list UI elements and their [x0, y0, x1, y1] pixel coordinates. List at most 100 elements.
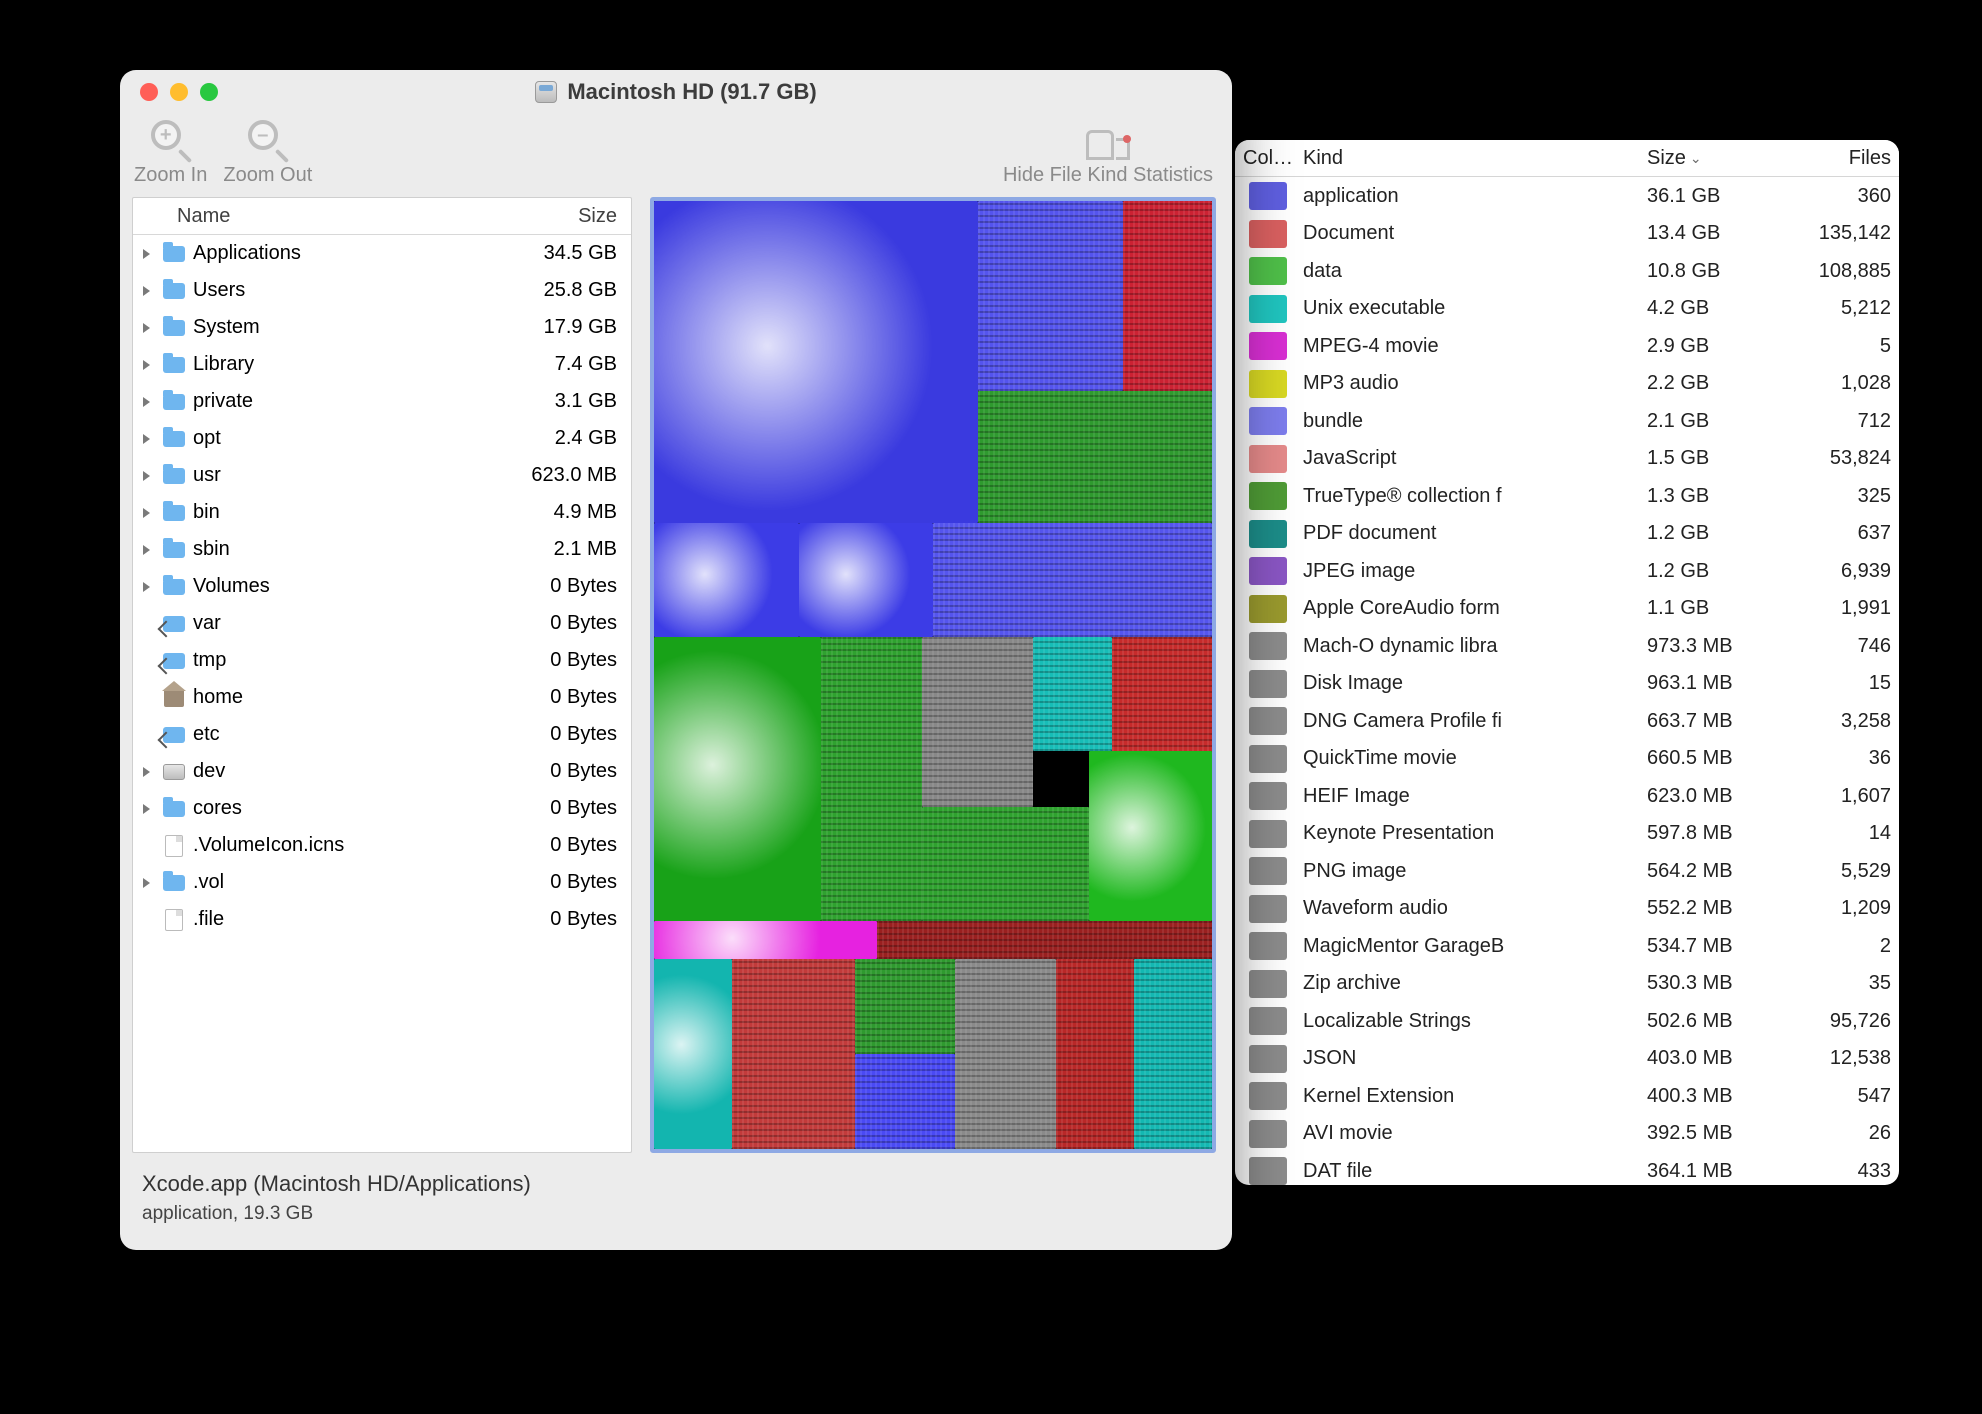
stats-row[interactable]: JSON403.0 MB12,538: [1235, 1040, 1899, 1078]
tree-row[interactable]: Volumes0 Bytes: [133, 568, 631, 605]
zoom-window-button[interactable]: [200, 83, 218, 101]
stats-row[interactable]: JavaScript1.5 GB53,824: [1235, 440, 1899, 478]
disclosure-triangle[interactable]: [133, 242, 159, 265]
treemap-block[interactable]: [654, 523, 799, 637]
stats-row[interactable]: Unix executable4.2 GB5,212: [1235, 290, 1899, 328]
titlebar[interactable]: Macintosh HD (91.7 GB): [120, 70, 1232, 114]
stats-row[interactable]: MPEG-4 movie2.9 GB5: [1235, 327, 1899, 365]
stats-row[interactable]: bundle2.1 GB712: [1235, 402, 1899, 440]
stats-row[interactable]: QuickTime movie660.5 MB36: [1235, 740, 1899, 778]
tree-col-size-header[interactable]: Size: [491, 205, 631, 228]
file-kind-statistics-window[interactable]: Col… Kind Size ⌄ Files application36.1 G…: [1235, 140, 1899, 1185]
tree-row[interactable]: .VolumeIcon.icns0 Bytes: [133, 827, 631, 864]
stats-row[interactable]: HEIF Image623.0 MB1,607: [1235, 777, 1899, 815]
stats-row[interactable]: MP3 audio2.2 GB1,028: [1235, 365, 1899, 403]
tree-row[interactable]: sbin2.1 MB: [133, 531, 631, 568]
folder-tree-pane[interactable]: Name Size Applications34.5 GBUsers25.8 G…: [132, 197, 632, 1153]
disclosure-triangle[interactable]: [133, 390, 159, 413]
disclosure-triangle[interactable]: [133, 501, 159, 524]
stats-row[interactable]: DAT file364.1 MB433: [1235, 1152, 1899, 1185]
disclosure-triangle[interactable]: [133, 464, 159, 487]
toggle-statistics-button[interactable]: Hide File Kind Statistics: [998, 120, 1218, 187]
stats-row[interactable]: Disk Image963.1 MB15: [1235, 665, 1899, 703]
treemap-block[interactable]: [732, 959, 855, 1149]
stats-row[interactable]: DNG Camera Profile fi663.7 MB3,258: [1235, 702, 1899, 740]
tree-row[interactable]: System17.9 GB: [133, 309, 631, 346]
treemap-block[interactable]: [1056, 959, 1134, 1149]
stats-col-size-header[interactable]: Size ⌄: [1639, 147, 1769, 170]
disclosure-triangle[interactable]: [133, 279, 159, 302]
tree-row[interactable]: bin4.9 MB: [133, 494, 631, 531]
stats-row[interactable]: Waveform audio552.2 MB1,209: [1235, 890, 1899, 928]
stats-row[interactable]: Kernel Extension400.3 MB547: [1235, 1077, 1899, 1115]
tree-row[interactable]: tmp0 Bytes: [133, 642, 631, 679]
disclosure-triangle[interactable]: [133, 575, 159, 598]
stats-row[interactable]: Mach-O dynamic libra973.3 MB746: [1235, 627, 1899, 665]
tree-row[interactable]: .file0 Bytes: [133, 901, 631, 938]
treemap-block[interactable]: [922, 807, 1089, 921]
treemap-block[interactable]: [1033, 637, 1111, 751]
stats-col-color-header[interactable]: Col…: [1235, 147, 1295, 170]
treemap-block[interactable]: [978, 201, 1123, 391]
stats-row[interactable]: Apple CoreAudio form1.1 GB1,991: [1235, 590, 1899, 628]
tree-row[interactable]: Applications34.5 GB: [133, 235, 631, 272]
disclosure-triangle[interactable]: [133, 797, 159, 820]
stats-row[interactable]: JPEG image1.2 GB6,939: [1235, 552, 1899, 590]
tree-col-name-header[interactable]: Name: [133, 205, 491, 228]
stats-col-kind-header[interactable]: Kind: [1295, 147, 1639, 170]
disclosure-triangle[interactable]: [133, 316, 159, 339]
stats-row[interactable]: Zip archive530.3 MB35: [1235, 965, 1899, 1003]
treemap-block[interactable]: [1134, 959, 1212, 1149]
tree-row[interactable]: dev0 Bytes: [133, 753, 631, 790]
treemap-block[interactable]: [922, 637, 1034, 808]
disclosure-triangle[interactable]: [133, 353, 159, 376]
treemap-block[interactable]: [933, 523, 1212, 637]
treemap-block[interactable]: [654, 959, 732, 1149]
treemap-block[interactable]: [654, 201, 978, 523]
disclosure-triangle[interactable]: [133, 427, 159, 450]
tree-row[interactable]: etc0 Bytes: [133, 716, 631, 753]
disclosure-triangle[interactable]: [133, 871, 159, 894]
stats-row[interactable]: data10.8 GB108,885: [1235, 252, 1899, 290]
stats-col-files-header[interactable]: Files: [1769, 147, 1899, 170]
tree-row[interactable]: home0 Bytes: [133, 679, 631, 716]
treemap-block[interactable]: [978, 391, 1212, 524]
treemap-block[interactable]: [855, 1054, 955, 1149]
tree-body[interactable]: Applications34.5 GBUsers25.8 GBSystem17.…: [133, 235, 631, 938]
stats-row[interactable]: TrueType® collection f1.3 GB325: [1235, 477, 1899, 515]
treemap-pane[interactable]: [650, 197, 1216, 1153]
tree-row[interactable]: cores0 Bytes: [133, 790, 631, 827]
minimize-window-button[interactable]: [170, 83, 188, 101]
stats-row[interactable]: AVI movie392.5 MB26: [1235, 1115, 1899, 1153]
tree-row[interactable]: Users25.8 GB: [133, 272, 631, 309]
stats-row[interactable]: Localizable Strings502.6 MB95,726: [1235, 1002, 1899, 1040]
tree-row[interactable]: usr623.0 MB: [133, 457, 631, 494]
tree-row[interactable]: var0 Bytes: [133, 605, 631, 642]
zoom-out-button[interactable]: – Zoom Out: [223, 120, 312, 187]
treemap-block[interactable]: [799, 523, 933, 637]
tree-row[interactable]: .vol0 Bytes: [133, 864, 631, 901]
treemap-block[interactable]: [955, 959, 1055, 1149]
stats-row[interactable]: MagicMentor GarageB534.7 MB2: [1235, 927, 1899, 965]
treemap-block[interactable]: [1123, 201, 1212, 391]
treemap-block[interactable]: [1089, 751, 1212, 922]
stats-row[interactable]: PNG image564.2 MB5,529: [1235, 852, 1899, 890]
stats-row[interactable]: application36.1 GB360: [1235, 177, 1899, 215]
tree-row[interactable]: Library7.4 GB: [133, 346, 631, 383]
tree-row[interactable]: opt2.4 GB: [133, 420, 631, 457]
disclosure-triangle[interactable]: [133, 760, 159, 783]
treemap-block[interactable]: [654, 921, 877, 959]
treemap-block[interactable]: [821, 637, 921, 921]
treemap-block[interactable]: [654, 637, 821, 921]
disclosure-triangle[interactable]: [133, 538, 159, 561]
tree-row[interactable]: private3.1 GB: [133, 383, 631, 420]
treemap-block[interactable]: [855, 959, 955, 1054]
treemap-block[interactable]: [877, 921, 1212, 959]
stats-row[interactable]: PDF document1.2 GB637: [1235, 515, 1899, 553]
zoom-in-button[interactable]: + Zoom In: [134, 120, 207, 187]
main-window[interactable]: Macintosh HD (91.7 GB) + Zoom In – Zoom …: [120, 70, 1232, 1250]
stats-table-body[interactable]: application36.1 GB360Document13.4 GB135,…: [1235, 177, 1899, 1185]
close-window-button[interactable]: [140, 83, 158, 101]
stats-row[interactable]: Keynote Presentation597.8 MB14: [1235, 815, 1899, 853]
stats-row[interactable]: Document13.4 GB135,142: [1235, 215, 1899, 253]
